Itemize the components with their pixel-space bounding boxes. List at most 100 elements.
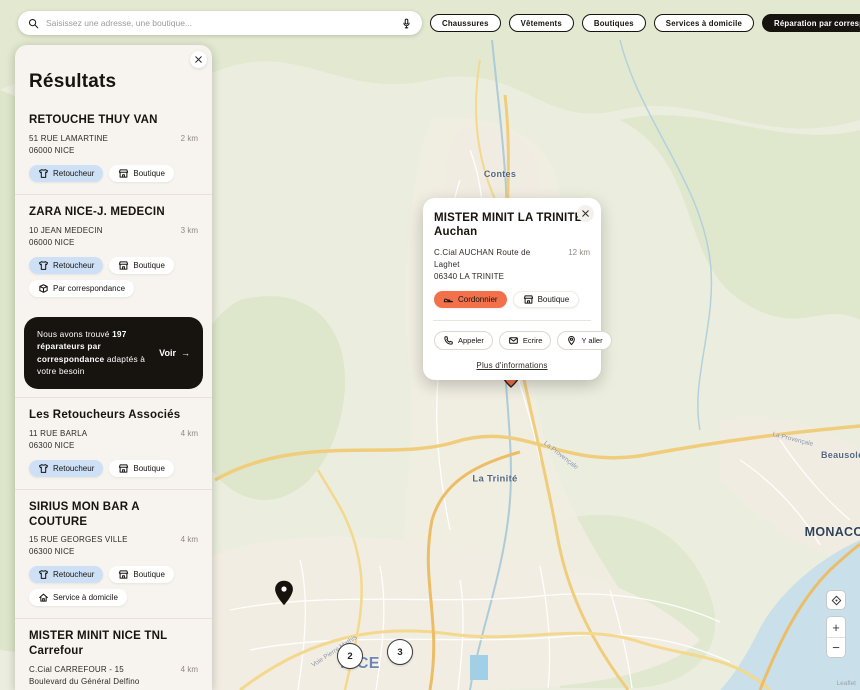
place-label-contes: Contes (483, 169, 517, 179)
tag-boutique: Boutique (109, 256, 174, 274)
result-name: SIRIUS MON BAR A COUTURE (29, 500, 140, 528)
tshirt-icon (38, 260, 49, 271)
tag-label: Boutique (133, 260, 165, 270)
tag-label: Service à domicile (53, 593, 118, 603)
tshirt-icon (38, 569, 49, 580)
popup-actions: Appeler Ecrire Y aller (434, 330, 612, 350)
promo-banner[interactable]: Nous avons trouvé 197 réparateurs par co… (24, 316, 203, 389)
close-icon (580, 208, 591, 219)
search-input[interactable] (46, 18, 394, 28)
map-controls: + − (826, 590, 846, 658)
cluster-marker[interactable]: 3 (387, 639, 413, 665)
arrow-right-icon: → (181, 347, 190, 358)
search-bar (18, 11, 422, 35)
result-item-5[interactable]: MISTER MINIT NICE TNL Carrefour C.Cial CA… (15, 618, 212, 690)
tag-label: Boutique (133, 570, 165, 580)
results-close-button[interactable] (190, 51, 207, 68)
storefront-icon (118, 569, 129, 580)
popup-close-button[interactable] (577, 205, 594, 222)
tag-retoucheur: Retoucheur (29, 164, 104, 182)
tag-boutique: Boutique (512, 290, 580, 308)
result-item-4[interactable]: SIRIUS MON BAR A COUTURE 15 RUE GEORGES V… (15, 488, 212, 619)
result-address: 15 RUE GEORGES VILLE 06300 NICE (29, 535, 128, 557)
leaflet-attribution[interactable]: Leaflet (836, 680, 856, 687)
result-address: 10 JEAN MEDECIN 06000 NICE (29, 225, 103, 247)
result-distance: 4 km (180, 428, 198, 438)
tag-boutique: Boutique (109, 459, 174, 477)
result-item-3[interactable]: Les Retoucheurs Associés 11 RUE BARLA 0630… (15, 396, 212, 489)
result-distance: 2 km (180, 133, 198, 143)
result-name: MISTER MINIT NICE TNL Carrefour (29, 630, 168, 658)
storefront-icon (118, 168, 129, 179)
storefront-icon (523, 294, 534, 305)
place-label-monaco: MONACO (804, 525, 860, 539)
filter-chip-1[interactable]: Vêtements (508, 14, 574, 32)
results-panel: Résultats RETOUCHE THUY VAN 51 RUE LAMART… (15, 45, 212, 690)
results-title: Résultats (29, 71, 117, 92)
filter-chip-0[interactable]: Chaussures (430, 14, 501, 32)
tag-domicile: Service à domicile (29, 589, 127, 607)
microphone-icon[interactable] (401, 18, 412, 29)
storefront-icon (118, 463, 129, 474)
cluster-marker[interactable]: 2 (337, 643, 363, 669)
result-item-0[interactable]: RETOUCHE THUY VAN 51 RUE LAMARTINE 06000 N… (15, 103, 212, 194)
action-ecrire-button[interactable]: Ecrire (498, 330, 552, 350)
result-distance: 4 km (180, 665, 198, 675)
shop-pin-black-icon[interactable] (274, 580, 295, 611)
tag-cordonnier: Cordonnier (434, 290, 507, 308)
popup-address: C.Cial AUCHAN Route de Laghet 06340 LA TR… (434, 247, 531, 281)
tag-label: Boutique (537, 294, 570, 304)
tag-label: Cordonnier (458, 294, 498, 304)
place-label-la-trinit-: La Trinité (472, 473, 518, 485)
mail-icon (508, 335, 519, 346)
search-icon (28, 18, 39, 29)
package-icon (38, 283, 49, 294)
result-address: 11 RUE BARLA 06300 NICE (29, 428, 88, 450)
goto-pin-icon (566, 335, 577, 346)
promo-voir-button[interactable]: Voir → (159, 348, 190, 358)
action-appeler-button[interactable]: Appeler (434, 330, 493, 350)
tag-label: Par correspondance (53, 283, 126, 293)
tag-label: Retoucheur (53, 570, 95, 580)
tag-correspondance: Par correspondance (29, 279, 135, 297)
result-address: 51 RUE LAMARTINE 06000 NICE (29, 133, 109, 155)
tag-retoucheur: Retoucheur (29, 566, 104, 584)
place-label-beausoleil: Beausoleil (820, 450, 860, 460)
storefront-icon (118, 260, 129, 271)
result-distance: 3 km (180, 225, 198, 235)
tag-retoucheur: Retoucheur (29, 256, 104, 274)
tag-boutique: Boutique (109, 164, 174, 182)
tag-label: Retoucheur (53, 260, 95, 270)
tag-label: Retoucheur (53, 463, 95, 473)
result-address: C.Cial CARREFOUR - 15 Boulevard du Génér… (29, 665, 140, 690)
shop-popup: MISTER MINIT LA TRINITE Auchan C.Cial AU… (423, 198, 612, 380)
geolocate-button[interactable] (826, 590, 846, 610)
action-y-aller-button[interactable]: Y aller (557, 330, 612, 350)
popup-divider (433, 319, 591, 321)
tag-label: Boutique (133, 168, 165, 178)
zoom-in-button[interactable]: + (827, 617, 845, 637)
result-name: RETOUCHE THUY VAN (29, 114, 158, 126)
zoom-control: + − (826, 616, 846, 658)
locate-icon (831, 595, 842, 606)
popup-distance: 12 km (568, 247, 590, 257)
tshirt-icon (38, 463, 49, 474)
filter-chip-2[interactable]: Boutiques (581, 14, 646, 32)
popup-title: MISTER MINIT LA TRINITE Auchan (434, 212, 583, 239)
phone-icon (443, 335, 454, 346)
more-info-link[interactable]: Plus d'informations (434, 361, 590, 370)
home-icon (38, 592, 49, 603)
tag-label: Boutique (133, 463, 165, 473)
shoe-icon (443, 294, 454, 305)
filter-chip-4[interactable]: Réparation par correspondance (761, 14, 860, 32)
filter-chip-3[interactable]: Services à domicile (653, 14, 754, 32)
result-name: ZARA NICE-J. MEDECIN (29, 205, 165, 218)
result-distance: 4 km (180, 535, 198, 545)
results-list: RETOUCHE THUY VAN 51 RUE LAMARTINE 06000 N… (15, 103, 212, 690)
tag-retoucheur: Retoucheur (29, 459, 104, 477)
tag-label: Retoucheur (53, 168, 95, 178)
promo-text: Nous avons trouvé 197 réparateurs par co… (37, 328, 146, 377)
zoom-out-button[interactable]: − (827, 637, 845, 657)
tag-boutique: Boutique (109, 566, 174, 584)
result-item-1[interactable]: ZARA NICE-J. MEDECIN 10 JEAN MEDECIN 06000… (15, 193, 212, 309)
